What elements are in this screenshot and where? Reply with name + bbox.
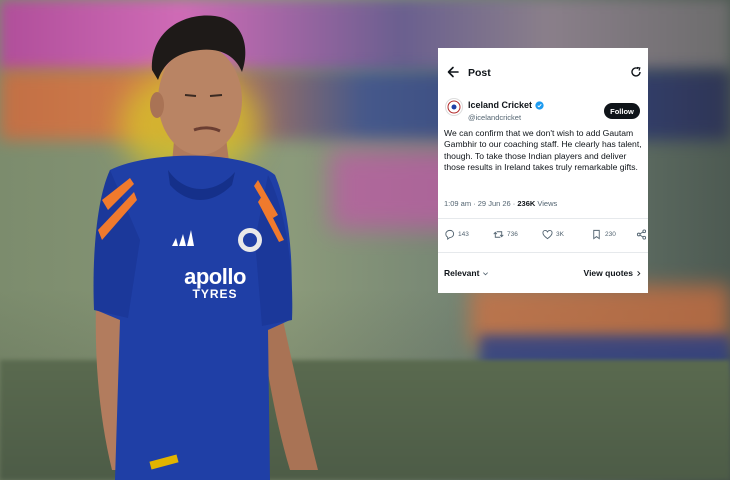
view-quotes-label: View quotes <box>583 268 633 278</box>
divider <box>438 252 648 253</box>
sort-relevant-dropdown[interactable]: Relevant <box>444 268 489 278</box>
cricket-logo-icon <box>447 100 461 114</box>
view-quotes-link[interactable]: View quotes <box>584 268 642 278</box>
tweet-meta: 1:09 am · 29 Jun 26 · 236K Views <box>444 199 557 208</box>
reply-button[interactable]: 143 <box>444 229 469 240</box>
jersey-sponsor-line2: TYRES <box>192 287 238 301</box>
heart-icon <box>542 230 553 240</box>
bookmark-count: 230 <box>605 231 616 238</box>
verified-badge-icon <box>535 100 544 110</box>
share-button[interactable] <box>636 229 647 240</box>
bookmark-icon <box>593 229 600 240</box>
like-button[interactable]: 3K <box>542 229 564 240</box>
share-icon <box>636 229 647 240</box>
repost-button[interactable]: 736 <box>493 229 518 240</box>
jersey-sponsor: apollo TYRES <box>170 264 260 301</box>
chevron-down-icon <box>483 271 489 275</box>
repost-count: 736 <box>507 231 518 238</box>
views-count: 236K <box>517 199 536 208</box>
chevron-right-icon <box>637 270 641 276</box>
jersey-sponsor-line1: apollo <box>184 264 246 289</box>
follow-button[interactable]: Follow <box>604 103 640 119</box>
header-title: Post <box>468 67 491 79</box>
reply-icon <box>445 229 455 240</box>
divider <box>438 218 648 219</box>
account-name-row[interactable]: Iceland Cricket <box>468 100 544 110</box>
refresh-icon[interactable] <box>630 66 642 78</box>
tweet-text: We can confirm that we don't wish to add… <box>444 128 642 173</box>
relevant-label: Relevant <box>444 268 480 278</box>
account-avatar[interactable] <box>445 98 463 116</box>
like-count: 3K <box>556 231 564 238</box>
tweet-actions: 143 736 3K 230 <box>438 226 648 248</box>
account-name[interactable]: Iceland Cricket <box>468 100 532 110</box>
tweet-card: Post Iceland Cricket @icelandcricket Fol… <box>438 48 648 293</box>
cricketer-figure <box>93 15 318 480</box>
back-arrow-icon[interactable] <box>446 65 460 79</box>
tweet-footer: Relevant View quotes <box>438 260 648 284</box>
reply-count: 143 <box>458 231 469 238</box>
views-label: Views <box>535 199 558 208</box>
tweet-header: Post <box>438 48 648 96</box>
account-handle: @icelandcricket <box>468 113 522 122</box>
repost-icon <box>493 231 504 238</box>
tweet-time[interactable]: 1:09 am · 29 Jun 26 · <box>444 199 517 208</box>
bookmark-button[interactable]: 230 <box>591 229 616 240</box>
